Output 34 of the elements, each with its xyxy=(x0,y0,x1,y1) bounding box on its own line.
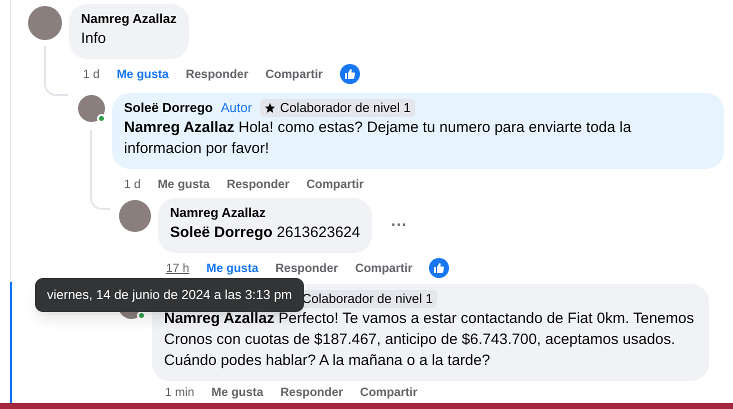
like-link[interactable]: Me gusta xyxy=(116,65,169,83)
like-link[interactable]: Me gusta xyxy=(211,383,264,401)
date-tooltip: viernes, 14 de junio de 2024 a las 3:13 pm xyxy=(35,278,304,312)
contributor-badge[interactable]: Colaborador de nivel 1 xyxy=(260,99,415,117)
star-icon xyxy=(264,102,276,114)
comment-time[interactable]: 17 h xyxy=(166,259,190,277)
share-link[interactable]: Compartir xyxy=(265,65,323,83)
thread-line xyxy=(44,46,68,96)
comment-text: Info xyxy=(81,29,108,49)
avatar[interactable] xyxy=(78,95,105,122)
avatar[interactable] xyxy=(119,200,151,232)
author-name[interactable]: Namreg Azallaz xyxy=(81,9,177,29)
reply-link[interactable]: Responder xyxy=(226,175,290,193)
reply-link[interactable]: Responder xyxy=(275,259,338,277)
like-reaction-icon[interactable] xyxy=(429,258,450,278)
share-link[interactable]: Compartir xyxy=(355,259,412,277)
comment-text: Namreg Azallaz Hola! como estas? Dejame tu numero para enviarte toda la informacion por favor! xyxy=(124,118,632,159)
reply-link[interactable]: Responder xyxy=(280,383,344,401)
more-options-button[interactable]: ··· xyxy=(391,214,408,238)
comment-time[interactable]: 1 d xyxy=(83,65,100,83)
author-name[interactable]: Namreg Azallaz xyxy=(170,203,266,223)
like-reaction-icon[interactable] xyxy=(340,64,360,84)
author-tag: Autor xyxy=(220,98,252,118)
like-link[interactable]: Me gusta xyxy=(158,175,210,193)
like-link[interactable]: Me gusta xyxy=(206,259,258,277)
share-link[interactable]: Compartir xyxy=(360,383,418,401)
comment-text: Soleë Dorrego 2613623624 xyxy=(170,223,360,243)
comment-time[interactable]: 1 min xyxy=(165,383,194,401)
share-link[interactable]: Compartir xyxy=(306,175,364,193)
author-name[interactable]: Soleë Dorrego xyxy=(124,98,213,118)
reply-link[interactable]: Responder xyxy=(186,65,248,83)
comment-text: Namreg Azallaz Perfecto! Te vamos a estar contactando de Fiat 0km. Tenemos Cronos con cuotas de $187.467, anticipo de $6.743.700, aceptamos usados. Cuándo podes hablar? A la mañana o a la tarde? xyxy=(164,309,695,371)
avatar[interactable] xyxy=(28,6,62,40)
comment-time[interactable]: 1 d xyxy=(124,175,141,193)
